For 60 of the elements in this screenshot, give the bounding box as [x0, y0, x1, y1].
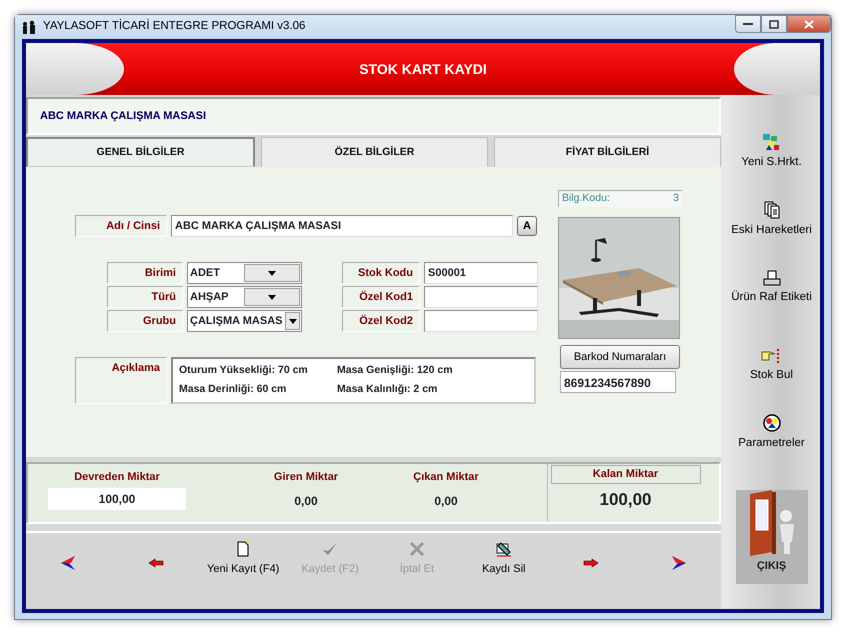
field-label: Grubu	[107, 310, 183, 332]
field-label: Özel Kod1	[342, 286, 420, 308]
input-field[interactable]	[424, 286, 538, 308]
barcode-button[interactable]: Barkod Numaraları	[560, 345, 680, 369]
barcode-field[interactable]: 8691234567890	[560, 371, 676, 393]
a-button[interactable]: A	[517, 216, 537, 236]
field-label: Stok Kodu	[342, 262, 420, 284]
description-text: Masa Derinliği: 60 cm	[179, 382, 288, 398]
minimize-button[interactable]	[735, 15, 761, 33]
documents-icon	[764, 201, 780, 220]
close-icon	[804, 20, 814, 28]
close-button[interactable]	[787, 15, 831, 33]
total-label: Devreden Miktar	[74, 470, 160, 485]
info-value: 3	[673, 191, 679, 206]
sidebar-button[interactable]: Parametreler	[738, 414, 805, 452]
maximize-button[interactable]	[761, 15, 787, 33]
maximize-icon	[769, 20, 779, 28]
total-value: 100,00	[600, 488, 652, 510]
shapes-icon	[762, 133, 780, 151]
total-label: Giren Miktar	[274, 470, 338, 485]
sidebar-button[interactable]: Stok Bul	[750, 348, 793, 384]
record-name: ABC MARKA ÇALIŞMA MASASI	[40, 108, 206, 124]
field-label: Özel Kod2	[342, 310, 420, 332]
toolbar-button[interactable]: Kaydı Sil	[482, 541, 526, 578]
total-label: Kalan Miktar	[550, 465, 700, 484]
input-field[interactable]: S00001	[424, 262, 538, 284]
field-label: Birimi	[107, 262, 183, 284]
tab[interactable]: FİYAT BİLGİLERİ	[494, 137, 721, 167]
window-title: YAYLASOFT TİCARİ ENTEGRE PROGRAMI v3.06	[43, 18, 306, 34]
sidebar-button[interactable]: Eski Hareketleri	[731, 201, 812, 240]
total-label: Çıkan Miktar	[413, 470, 479, 485]
app-icon	[21, 18, 37, 36]
cancel-icon	[408, 541, 425, 557]
sidebar-button[interactable]: Yeni S.Hrkt.	[741, 133, 802, 172]
description-text: Masa Genişliği: 120 cm	[337, 363, 454, 378]
pointing-hand-icon	[761, 348, 782, 364]
checkmark-icon	[322, 541, 338, 557]
exit-button[interactable]: ÇIKIŞ	[736, 490, 808, 584]
minimize-icon	[743, 22, 753, 26]
info-label: Bilg.Kodu:	[562, 191, 610, 206]
field-label: Açıklama	[75, 357, 167, 404]
description-text: Masa Kalınlığı: 2 cm	[337, 382, 438, 398]
field-label: Adı / Cinsi	[75, 215, 167, 237]
total-value: 0,00	[434, 492, 458, 510]
printer-icon	[762, 270, 780, 286]
total-value: 0,00	[294, 492, 318, 510]
tab[interactable]: GENEL BİLGİLER	[26, 137, 255, 167]
field-label: Türü	[107, 286, 183, 308]
settings-icon	[762, 414, 780, 432]
description-field[interactable]: Oturum Yüksekliği: 70 cm Masa Genişliği: 120 cm Masa Derinliği: 60 cm Masa Kalınlığı: 2 cm	[171, 357, 536, 404]
eraser-icon	[494, 541, 513, 557]
description-text: Oturum Yüksekliği: 70 cm	[179, 363, 309, 378]
header-title: STOK KART KAYDI	[359, 60, 487, 78]
input-field[interactable]	[424, 310, 538, 332]
total-field[interactable]: 100,00	[48, 488, 186, 510]
new-page-icon	[235, 541, 252, 557]
sidebar-button[interactable]: Ürün Raf Etiketi	[731, 270, 812, 306]
name-field[interactable]: ABC MARKA ÇALIŞMA MASASI	[171, 215, 513, 237]
tab[interactable]: ÖZEL BİLGİLER	[261, 137, 488, 167]
toolbar-button[interactable]: Yeni Kayıt (F4)	[207, 541, 280, 578]
